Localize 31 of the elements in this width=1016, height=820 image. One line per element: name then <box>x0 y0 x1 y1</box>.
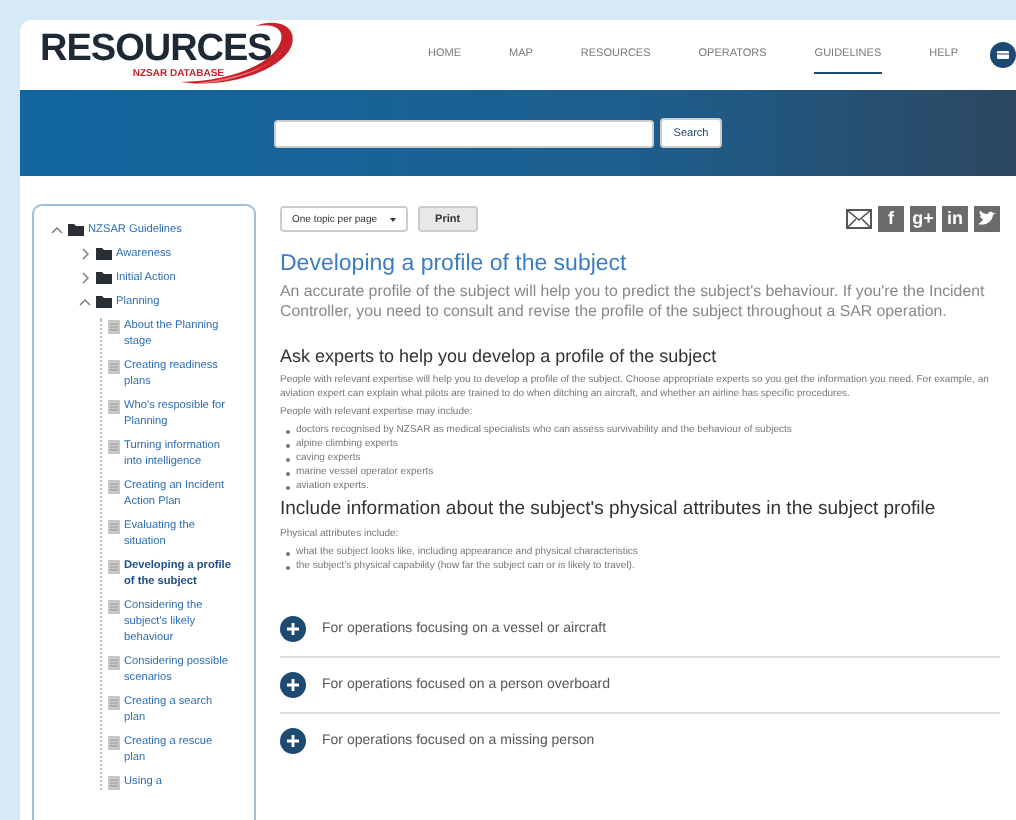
section-heading: Ask experts to help you develop a profile of the subject <box>280 346 719 366</box>
search-field[interactable] <box>273 119 654 147</box>
caret-icon <box>389 217 396 221</box>
section-heading: Include information about the subject's physical attributes in the subject profile <box>280 498 938 520</box>
account-icon[interactable] <box>990 42 1016 68</box>
expand-icon[interactable] <box>280 672 306 698</box>
page-icon <box>108 480 120 494</box>
bird-icon[interactable] <box>974 206 1000 232</box>
page-icon <box>108 520 120 534</box>
page-icon <box>108 656 120 670</box>
share-button[interactable]: in <box>942 206 968 232</box>
page-title: Developing a profile of the subject <box>280 252 629 276</box>
page-icon <box>108 560 120 574</box>
email-icon[interactable] <box>846 206 872 232</box>
page-icon <box>108 440 120 454</box>
expand-icon[interactable] <box>280 728 306 754</box>
expand-icon[interactable] <box>78 270 92 286</box>
page-icon <box>108 400 120 414</box>
page-icon <box>108 736 120 750</box>
page-icon <box>108 776 120 790</box>
collapse-icon[interactable] <box>78 294 92 310</box>
share-button[interactable]: f <box>878 206 904 232</box>
logo-title: RESOURCES <box>40 30 272 68</box>
share-button[interactable]: g+ <box>910 206 936 232</box>
page-icon <box>108 320 120 334</box>
collapse-icon[interactable] <box>50 222 64 238</box>
expand-icon[interactable] <box>78 246 92 262</box>
page-icon <box>108 360 120 374</box>
page-icon <box>108 600 120 614</box>
page-icon <box>108 696 120 710</box>
expand-icon[interactable] <box>280 616 306 642</box>
